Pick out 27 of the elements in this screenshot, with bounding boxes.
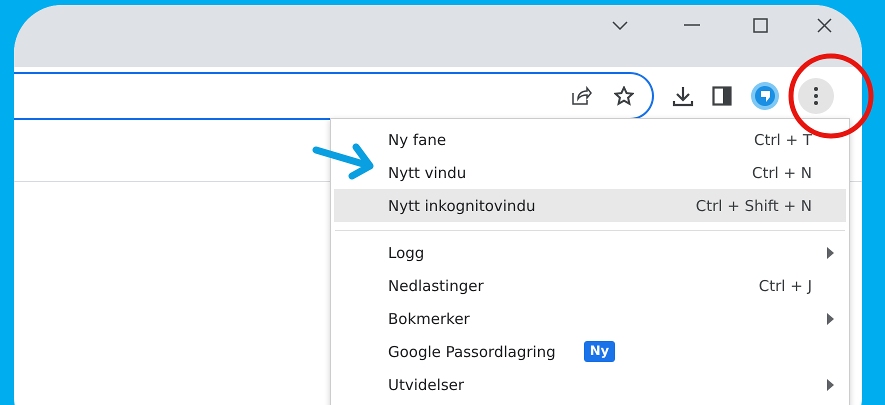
menu-item[interactable]: Nytt inkognitovindu Ctrl + Shift + N xyxy=(334,189,846,222)
menu-button[interactable] xyxy=(798,78,834,114)
submenu-caret-icon xyxy=(827,378,834,390)
menu-item[interactable]: Google Passordlagring Ny xyxy=(334,335,846,368)
chevron-down-icon xyxy=(612,20,628,30)
shortcut-text: Ctrl + N xyxy=(752,164,813,182)
submenu-caret-icon xyxy=(827,246,834,258)
extension-avatar-icon[interactable] xyxy=(750,81,780,111)
submenu-caret-icon xyxy=(827,312,834,324)
menu-item[interactable]: Nedlastinger Ctrl + J xyxy=(334,269,846,302)
minimize-icon xyxy=(684,24,700,26)
maximize-icon xyxy=(752,18,768,32)
download-icon[interactable] xyxy=(672,85,694,107)
shortcut-text: Ctrl + J xyxy=(758,276,813,294)
menu-item[interactable]: Ny fane Ctrl + T xyxy=(334,123,846,156)
new-badge: Ny xyxy=(584,341,616,362)
menu-item[interactable]: Utvidelser xyxy=(334,368,846,401)
side-panel-icon[interactable] xyxy=(712,86,732,106)
menu-item[interactable]: Bokmerker xyxy=(334,302,846,335)
menu-item[interactable]: Logg xyxy=(334,236,846,269)
shortcut-text: Ctrl + T xyxy=(754,130,814,148)
close-icon xyxy=(816,18,832,32)
more-vertical-icon xyxy=(814,87,818,105)
shortcut-text: Ctrl + Shift + N xyxy=(696,196,813,214)
menu-item[interactable]: Nytt vindu Ctrl + N xyxy=(334,156,846,189)
share-icon[interactable] xyxy=(570,86,592,106)
star-icon[interactable] xyxy=(614,86,634,106)
